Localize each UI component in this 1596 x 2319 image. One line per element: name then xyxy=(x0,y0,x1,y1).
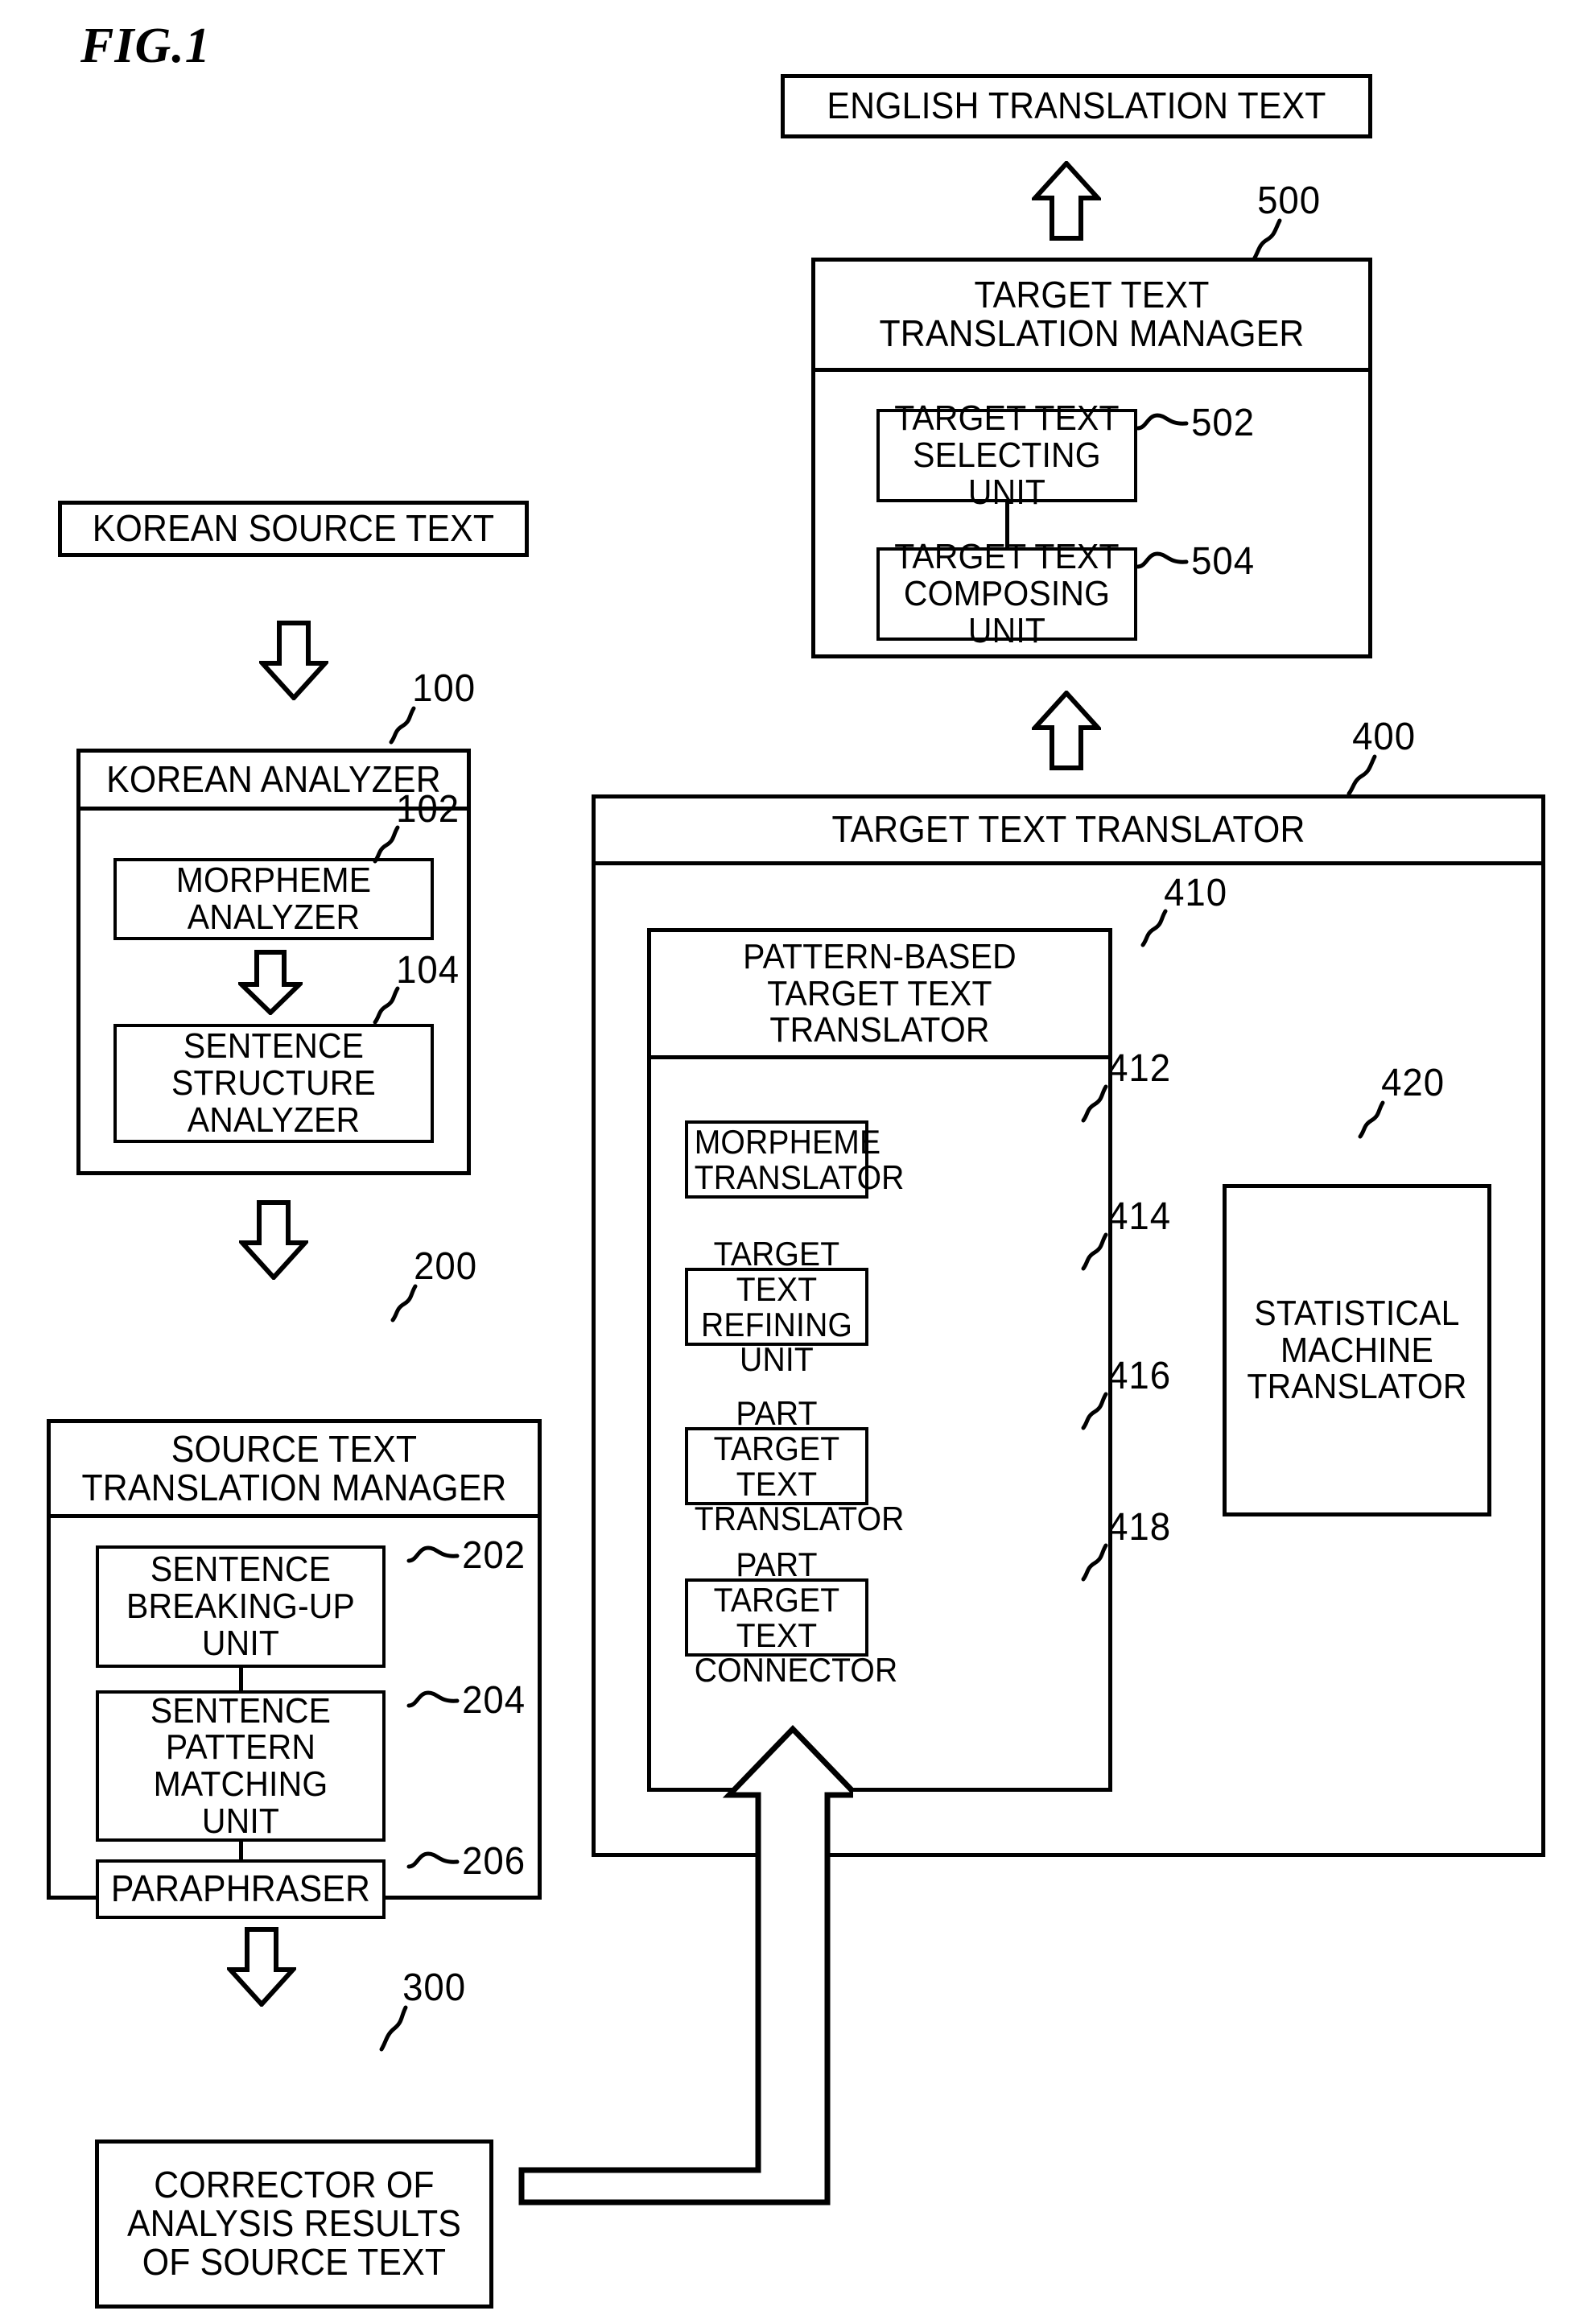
reference-numeral-104: 104 xyxy=(396,949,460,992)
node-morpheme-analyzer: MORPHEME ANALYZER xyxy=(113,858,434,940)
node-label-target-text-composing-unit: TARGET TEXT COMPOSING UNIT xyxy=(894,537,1120,650)
reference-numeral-420: 420 xyxy=(1381,1062,1445,1104)
reference-numeral-418: 418 xyxy=(1107,1506,1172,1549)
node-sentence-structure-analyzer: SENTENCE STRUCTURE ANALYZER xyxy=(113,1024,434,1143)
node-label-target-text-selecting-unit: TARGET TEXT SELECTING UNIT xyxy=(894,398,1120,512)
reference-numeral-502: 502 xyxy=(1191,402,1256,444)
node-label-part-target-text-translator: PART TARGET TEXT TRANSLATOR xyxy=(694,1394,905,1538)
node-part-target-text-connector: PART TARGET TEXT CONNECTOR xyxy=(685,1547,897,1687)
node-label-part-target-text-connector: PART TARGET TEXT CONNECTOR xyxy=(694,1545,898,1690)
reference-numeral-200: 200 xyxy=(414,1245,478,1288)
node-morpheme-translator: MORPHEME TRANSLATOR xyxy=(685,1120,905,1199)
node-label-pattern-based-target-text-translator: PATTERN-BASED TARGET TEXT TRANSLATOR xyxy=(743,936,1017,1050)
reference-numeral-504: 504 xyxy=(1191,540,1256,583)
node-target-text-translator: TARGET TEXT TRANSLATOR PATTERN-BASED TAR… xyxy=(592,794,1545,1857)
node-label-target-text-translator: TARGET TEXT TRANSLATOR xyxy=(831,808,1305,851)
reference-numeral-414: 414 xyxy=(1107,1195,1172,1238)
header-pattern-based-target-text-translator: PATTERN-BASED TARGET TEXT TRANSLATOR xyxy=(651,932,1108,1059)
reference-numeral-400: 400 xyxy=(1352,716,1417,758)
reference-numeral-202: 202 xyxy=(462,1534,526,1577)
reference-numeral-204: 204 xyxy=(462,1679,526,1722)
node-label-statistical-machine-translator: STATISTICAL MACHINE TRANSLATOR xyxy=(1247,1293,1467,1407)
node-label-target-text-refining-unit: TARGET TEXT REFINING UNIT xyxy=(700,1235,853,1379)
node-pattern-based-target-text-translator: PATTERN-BASED TARGET TEXT TRANSLATOR MOR… xyxy=(647,928,1112,1792)
node-paraphraser: PARAPHRASER xyxy=(96,1859,386,1919)
node-part-target-text-translator: PART TARGET TEXT TRANSLATOR xyxy=(685,1396,904,1536)
node-label-sentence-pattern-matching-unit: SENTENCE PATTERN MATCHING UNIT xyxy=(150,1690,332,1841)
arrow-down-morpheme-to-structure xyxy=(238,949,303,1015)
node-target-text-refining-unit: TARGET TEXT REFINING UNIT xyxy=(685,1236,868,1376)
node-sentence-breaking-up-unit: SENTENCE BREAKING-UP UNIT xyxy=(96,1545,386,1668)
reference-numeral-410: 410 xyxy=(1164,872,1228,914)
reference-numeral-206: 206 xyxy=(462,1840,526,1883)
node-label-korean-source-text: KOREAN SOURCE TEXT xyxy=(92,507,495,550)
connector-202-to-204 xyxy=(239,1668,243,1690)
body-target-text-translator: PATTERN-BASED TARGET TEXT TRANSLATOR MOR… xyxy=(596,865,1541,1857)
header-target-text-translation-manager: TARGET TEXT TRANSLATION MANAGER xyxy=(815,262,1368,372)
reference-numeral-100: 100 xyxy=(412,667,476,710)
node-english-translation-text: ENGLISH TRANSLATION TEXT xyxy=(781,74,1372,138)
arrow-up-manager-to-english-text xyxy=(1032,161,1101,241)
node-label-sentence-structure-analyzer: SENTENCE STRUCTURE ANALYZER xyxy=(171,1026,377,1140)
reference-numeral-500: 500 xyxy=(1257,179,1322,222)
reference-numeral-412: 412 xyxy=(1107,1047,1172,1090)
node-label-english-translation-text: ENGLISH TRANSLATION TEXT xyxy=(827,85,1326,127)
leader-line-300 xyxy=(362,2005,412,2053)
arrow-up-translator-to-manager xyxy=(1032,691,1101,771)
node-source-text-translation-manager: SOURCE TEXT TRANSLATION MANAGER SENTENCE… xyxy=(47,1419,542,1919)
node-target-text-translation-manager: TARGET TEXT TRANSLATION MANAGER TARGET T… xyxy=(811,258,1372,658)
node-sentence-pattern-matching-unit: SENTENCE PATTERN MATCHING UNIT xyxy=(96,1690,386,1842)
node-label-sentence-breaking-up-unit: SENTENCE BREAKING-UP UNIT xyxy=(126,1549,355,1663)
node-korean-source-text: KOREAN SOURCE TEXT xyxy=(58,501,529,557)
node-label-paraphraser: PARAPHRASER xyxy=(110,1867,371,1910)
node-label-target-text-translation-manager: TARGET TEXT TRANSLATION MANAGER xyxy=(879,274,1305,354)
node-statistical-machine-translator: STATISTICAL MACHINE TRANSLATOR xyxy=(1223,1184,1491,1516)
figure-title: FIG.1 xyxy=(80,19,211,73)
leader-line-100 xyxy=(372,706,422,745)
node-target-text-selecting-unit: TARGET TEXT SELECTING UNIT xyxy=(876,400,1137,510)
reference-numeral-416: 416 xyxy=(1107,1355,1172,1397)
node-label-source-text-translation-manager: SOURCE TEXT TRANSLATION MANAGER xyxy=(81,1427,507,1508)
arrow-down-source-to-analyzer xyxy=(259,620,328,700)
connector-204-to-206 xyxy=(239,1842,243,1859)
node-label-corrector-of-analysis-results: CORRECTOR OF ANALYSIS RESULTS OF SOURCE … xyxy=(126,2164,462,2283)
header-source-text-translation-manager: SOURCE TEXT TRANSLATION MANAGER xyxy=(51,1423,538,1518)
leader-line-400 xyxy=(1326,754,1383,800)
body-pattern-based-target-text-translator: MORPHEME TRANSLATOR TARGET TEXT REFINING… xyxy=(651,1059,1108,1788)
arrow-down-source-manager-to-corrector xyxy=(227,1926,296,2007)
node-corrector-of-analysis-results: CORRECTOR OF ANALYSIS RESULTS OF SOURCE … xyxy=(95,2140,493,2309)
node-label-morpheme-translator: MORPHEME TRANSLATOR xyxy=(694,1122,905,1196)
reference-numeral-300: 300 xyxy=(402,1966,467,2009)
reference-numeral-102: 102 xyxy=(396,788,460,831)
leader-line-200 xyxy=(373,1284,423,1323)
node-label-morpheme-analyzer: MORPHEME ANALYZER xyxy=(175,860,372,937)
patent-figure-1: FIG.1 ENGLISH TRANSLATION TEXT 500 TARGE… xyxy=(0,0,1596,2319)
arrow-down-analyzer-to-source-manager xyxy=(239,1199,308,1280)
header-target-text-translator: TARGET TEXT TRANSLATOR xyxy=(596,798,1541,865)
node-target-text-composing-unit: TARGET TEXT COMPOSING UNIT xyxy=(876,538,1137,649)
body-target-text-translation-manager: TARGET TEXT SELECTING UNIT TARGET TEXT C… xyxy=(815,372,1368,654)
